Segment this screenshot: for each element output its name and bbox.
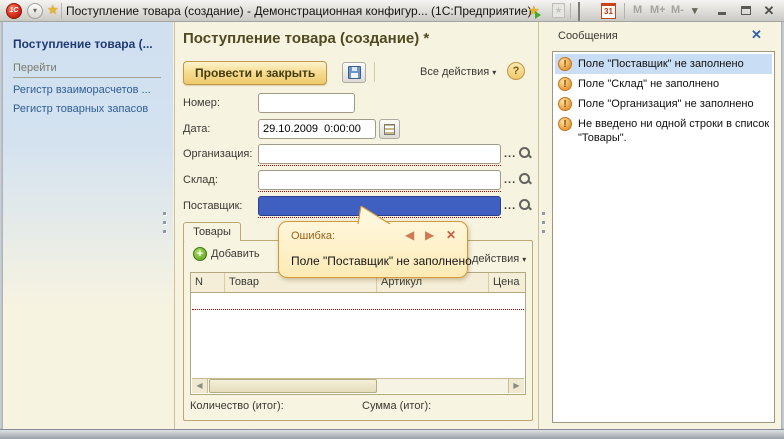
maximize-button[interactable] xyxy=(738,2,754,19)
save-icon xyxy=(347,66,361,79)
all-actions-button[interactable]: Все действия ▾ xyxy=(420,66,496,78)
system-menu-button[interactable]: ▾ xyxy=(27,3,43,19)
plus-icon: + xyxy=(193,247,207,262)
sidebar-item-register-stock[interactable]: Регистр товарных запасов xyxy=(13,103,148,115)
organization-label: Организация: xyxy=(183,148,253,160)
memory-plus-button[interactable]: M+ xyxy=(650,4,666,16)
message-text: Поле "Организация" не заполнено xyxy=(578,98,754,110)
tab-products[interactable]: Товары xyxy=(183,222,241,241)
warning-icon: ! xyxy=(558,57,572,71)
search-icon[interactable] xyxy=(519,147,532,160)
titlebar-separator xyxy=(624,3,625,19)
organization-input[interactable] xyxy=(258,144,501,164)
quantity-total-label: Количество (итог): xyxy=(190,400,284,412)
warning-icon: ! xyxy=(558,77,572,91)
warehouse-input[interactable] xyxy=(258,170,501,190)
form-left-border xyxy=(174,22,175,429)
date-picker-button[interactable] xyxy=(379,119,400,139)
message-text: Не введено ни одной строки в список "Тов… xyxy=(578,118,770,144)
close-tooltip-icon[interactable]: ✕ xyxy=(446,228,456,242)
date-input[interactable] xyxy=(258,119,376,139)
memory-recall-button[interactable]: M xyxy=(633,4,642,16)
number-label: Номер: xyxy=(183,97,220,109)
minimize-icon xyxy=(718,12,726,15)
favorites-list-icon[interactable]: ★ xyxy=(552,3,565,18)
navigation-panel: Поступление товара (... Перейти Регистр … xyxy=(3,22,173,429)
titlebar-overflow-icon[interactable]: ▾ xyxy=(692,4,698,17)
page-title: Поступление товара (создание) * xyxy=(183,30,430,47)
supplier-label: Поставщик: xyxy=(183,200,243,212)
tooltip-pointer xyxy=(357,206,391,224)
message-text: Поле "Поставщик" не заполнено xyxy=(578,58,744,70)
favorites-star-icon[interactable]: ★ xyxy=(47,2,59,18)
organization-select-button[interactable]: ... xyxy=(504,148,516,160)
left-splitter-handle[interactable] xyxy=(163,212,168,236)
warning-icon: ! xyxy=(558,117,572,131)
maximize-icon xyxy=(741,6,751,15)
required-marker xyxy=(192,309,524,310)
post-and-close-button[interactable]: Провести и закрыть xyxy=(183,61,328,85)
number-input[interactable] xyxy=(258,93,355,113)
error-tooltip: Ошибка: ◀ ▶ ✕ Поле "Поставщик" не заполн… xyxy=(278,206,472,278)
add-to-favorites-icon[interactable]: ★ xyxy=(528,3,541,19)
search-icon[interactable] xyxy=(519,199,532,212)
window-title: Поступление товара (создание) - Демонстр… xyxy=(66,4,532,18)
minimize-button[interactable] xyxy=(714,2,730,19)
search-icon[interactable] xyxy=(519,173,532,186)
messages-panel-title: Сообщения xyxy=(558,30,618,42)
scroll-right-icon[interactable]: ▶ xyxy=(508,379,524,393)
message-item[interactable]: ! Поле "Организация" не заполнено xyxy=(555,94,772,114)
warehouse-select-button[interactable]: ... xyxy=(504,174,516,186)
products-table: N Товар Артикул Цена ◀ ▶ xyxy=(190,272,526,395)
scroll-left-icon[interactable]: ◀ xyxy=(192,379,208,393)
form-right-border xyxy=(538,22,539,429)
memory-minus-button[interactable]: M- xyxy=(671,4,684,16)
message-item[interactable]: ! Поле "Поставщик" не заполнено xyxy=(555,54,772,74)
navigation-panel-title: Поступление товара (... xyxy=(13,37,153,51)
warning-icon: ! xyxy=(558,97,572,111)
sum-total-label: Сумма (итог): xyxy=(362,400,432,412)
messages-list: ! Поле "Поставщик" не заполнено ! Поле "Ск… xyxy=(552,51,775,423)
help-button[interactable]: ? xyxy=(507,62,525,80)
app-logo-icon: 1С xyxy=(6,3,22,19)
titlebar-separator xyxy=(61,3,62,19)
column-header-n[interactable]: N xyxy=(191,273,225,292)
supplier-select-button[interactable]: ... xyxy=(504,200,516,212)
chevron-down-icon: ▾ xyxy=(492,68,497,77)
title-bar: 1С ▾ ★ Поступление товара (создание) - Д… xyxy=(0,0,784,22)
add-row-button[interactable]: + Добавить xyxy=(193,247,260,268)
chevron-down-icon: ▾ xyxy=(32,6,37,15)
sidebar-item-register-settlements[interactable]: Регистр взаиморасчетов ... xyxy=(13,84,151,96)
message-item[interactable]: ! Не введено ни одной строки в список "То… xyxy=(555,114,772,148)
date-label: Дата: xyxy=(183,123,211,135)
chevron-down-icon: ▾ xyxy=(522,255,527,264)
calculator-icon[interactable] xyxy=(578,2,580,21)
error-tooltip-message: Поле "Поставщик" не заполнено xyxy=(291,254,472,268)
message-text: Поле "Склад" не заполнено xyxy=(578,78,720,90)
error-tooltip-title: Ошибка: xyxy=(291,230,336,242)
app-window: 1С ▾ ★ Поступление товара (создание) - Д… xyxy=(0,0,784,439)
window-frame-bottom xyxy=(0,429,784,439)
warehouse-label: Склад: xyxy=(183,174,218,186)
previous-error-icon[interactable]: ◀ xyxy=(405,228,414,242)
required-marker xyxy=(258,165,501,166)
next-error-icon[interactable]: ▶ xyxy=(425,228,434,242)
close-button[interactable]: ✕ xyxy=(761,2,777,19)
nav-group-header: Перейти xyxy=(13,62,161,78)
titlebar-separator xyxy=(570,3,571,19)
toolbar-separator xyxy=(374,62,375,82)
right-splitter-handle[interactable] xyxy=(542,212,547,236)
calendar-grid-icon xyxy=(384,124,395,135)
message-item[interactable]: ! Поле "Склад" не заполнено xyxy=(555,74,772,94)
save-button[interactable] xyxy=(342,62,366,83)
scrollbar-thumb[interactable] xyxy=(209,379,377,393)
close-messages-icon[interactable]: ✕ xyxy=(751,27,762,43)
required-marker xyxy=(258,191,501,192)
calendar-icon[interactable]: 31 xyxy=(601,3,616,19)
column-header-price[interactable]: Цена xyxy=(489,273,525,292)
horizontal-scrollbar[interactable]: ◀ ▶ xyxy=(192,378,524,393)
